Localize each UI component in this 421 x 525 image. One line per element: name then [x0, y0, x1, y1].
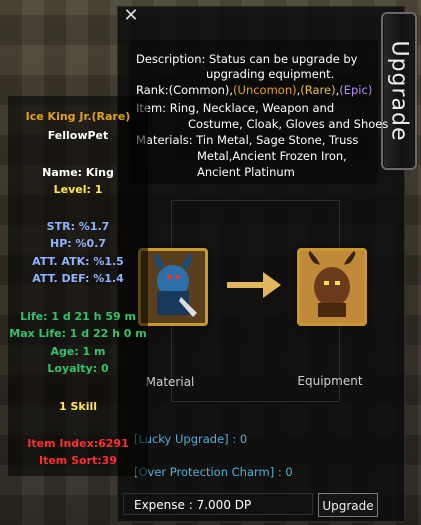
upgrade-button[interactable]: Upgrade	[318, 493, 378, 517]
description-line-2: upgrading equipment.	[206, 67, 335, 81]
lucky-upgrade-line: [Lucky Upgrade] : 0	[134, 432, 248, 446]
window-title: Upgrade	[386, 40, 412, 142]
rank-line: Rank:(Common),(Uncomon),(Rare),(Epic)	[136, 83, 372, 99]
pet-hp: HP: %0.7	[49, 237, 106, 250]
description-line-1: Description: Status can be upgrade by	[136, 52, 358, 66]
right-arrow-icon	[227, 272, 281, 298]
pet-life: Life: 1 d 21 h 59 m	[20, 310, 136, 323]
pet-level: Level: 1	[53, 183, 103, 196]
pet-tooltip	[8, 96, 148, 476]
pet-item-index: Item Index:6291	[27, 437, 129, 450]
expense-display: Expense : 7.000 DP	[123, 493, 313, 515]
pet-att-atk: ATT. ATK: %1.5	[32, 255, 124, 268]
rank-epic: (Epic)	[339, 83, 373, 97]
window-title-tab: Upgrade	[381, 12, 417, 170]
pet-str: STR: %1.7	[46, 220, 110, 233]
item-line-2: Costume, Cloak, Gloves and Shoes	[188, 117, 389, 131]
material-slot[interactable]	[138, 248, 208, 326]
materials-line-3: Ancient Platinum	[197, 165, 295, 179]
over-protection-line: [Over Protection Charm] : 0	[134, 465, 293, 479]
rank-common: (Common)	[168, 83, 230, 97]
pet-title: Ice King Jr.(Rare)	[25, 110, 131, 123]
pet-att-def: ATT. DEF: %1.4	[32, 272, 124, 285]
close-icon[interactable]: ✕	[121, 6, 141, 26]
pet-loyalty: Loyalty: 0	[47, 362, 109, 375]
materials-line-2: Metal,Ancient Frozen Iron,	[197, 149, 347, 163]
rank-prefix: Rank:	[136, 83, 169, 97]
pet-age: Age: 1 m	[50, 345, 106, 358]
pet-item-sort: Item Sort:39	[39, 454, 117, 467]
item-line-1: Item: Ring, Necklace, Weapon and	[136, 101, 335, 115]
rank-rare: (Rare)	[300, 83, 336, 97]
pet-name: Name: King	[42, 166, 114, 179]
helmet-icon	[300, 251, 364, 323]
pet-skills: 1 Skill	[58, 400, 98, 413]
pet-type: FellowPet	[47, 129, 109, 142]
materials-line-1: Materials: Tin Metal, Sage Stone, Truss	[136, 133, 359, 147]
pet-max-life: Max Life: 1 d 22 h 0 m	[9, 327, 147, 340]
rank-uncommon: (Uncomon)	[233, 83, 297, 97]
equipment-slot[interactable]	[297, 248, 367, 326]
pet-portrait-icon	[141, 251, 205, 323]
equipment-label: Equipment	[297, 374, 363, 388]
